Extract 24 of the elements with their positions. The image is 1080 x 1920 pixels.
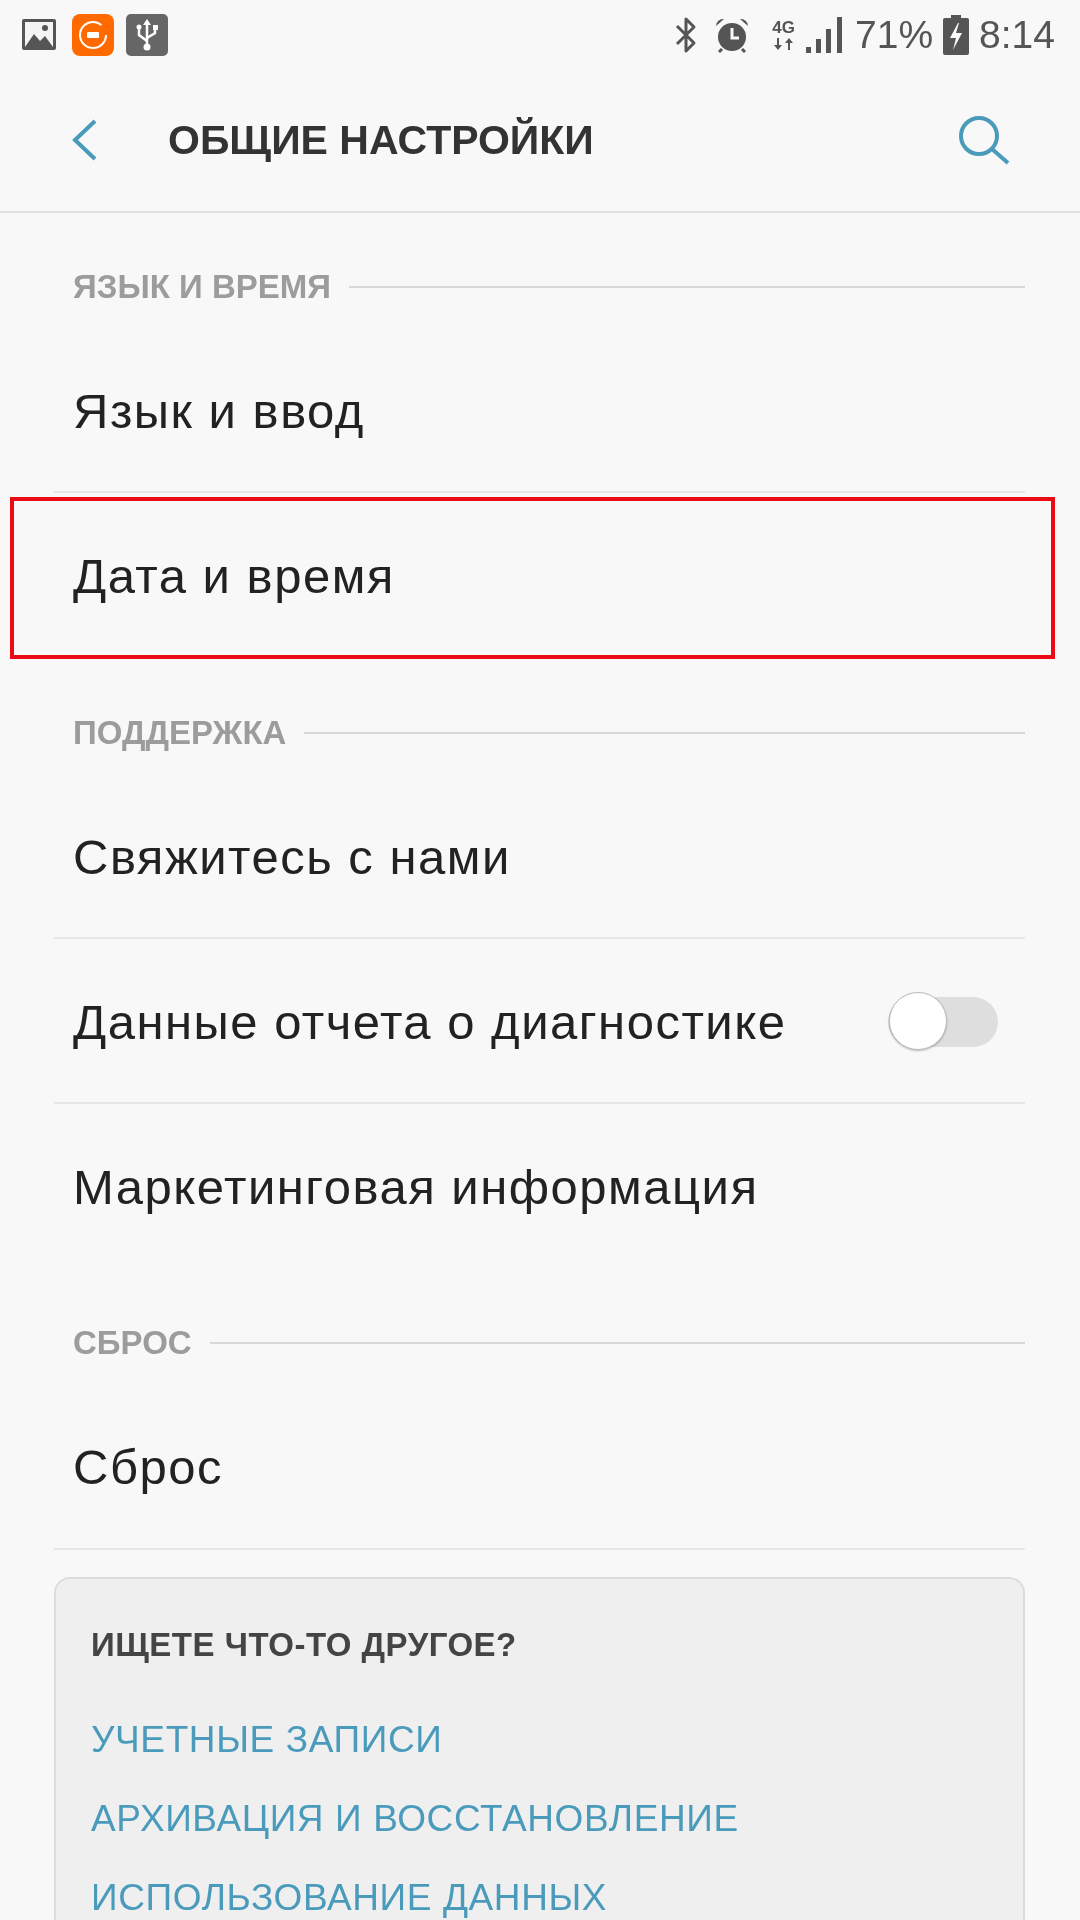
settings-item[interactable]: Маркетинговая информация — [73, 1157, 759, 1216]
network-type: 4G — [772, 19, 796, 37]
search-button[interactable] — [957, 115, 1011, 166]
section-title: ПОДДЕРЖКА — [73, 712, 287, 753]
battery-percent: 71% — [855, 12, 934, 57]
app-icon — [72, 13, 114, 56]
page-title: ОБЩИЕ НАСТРОЙКИ — [168, 116, 594, 164]
back-icon — [70, 118, 98, 163]
settings-item[interactable]: Данные отчета о диагностике — [73, 992, 787, 1051]
settings-item[interactable]: Свяжитесь с нами — [73, 827, 511, 886]
section-title: ЯЗЫК И ВРЕМЯ — [73, 266, 331, 307]
suggestion-title: ИЩЕТЕ ЧТО-ТО ДРУГОЕ? — [91, 1625, 517, 1665]
usb-icon — [126, 13, 168, 56]
image-icon — [22, 19, 56, 51]
settings-item[interactable]: Дата и время — [73, 547, 395, 605]
search-icon — [957, 115, 1011, 166]
clock-time: 8:14 — [979, 12, 1055, 57]
settings-item[interactable]: Язык и ввод — [73, 381, 365, 440]
alarm-clock-icon — [714, 16, 751, 53]
settings-item[interactable]: Сброс — [73, 1438, 223, 1497]
signal-icon — [806, 16, 844, 53]
data-arrows-icon — [772, 38, 795, 51]
battery-charging-icon — [943, 14, 970, 55]
section-title: СБРОС — [73, 1323, 192, 1364]
